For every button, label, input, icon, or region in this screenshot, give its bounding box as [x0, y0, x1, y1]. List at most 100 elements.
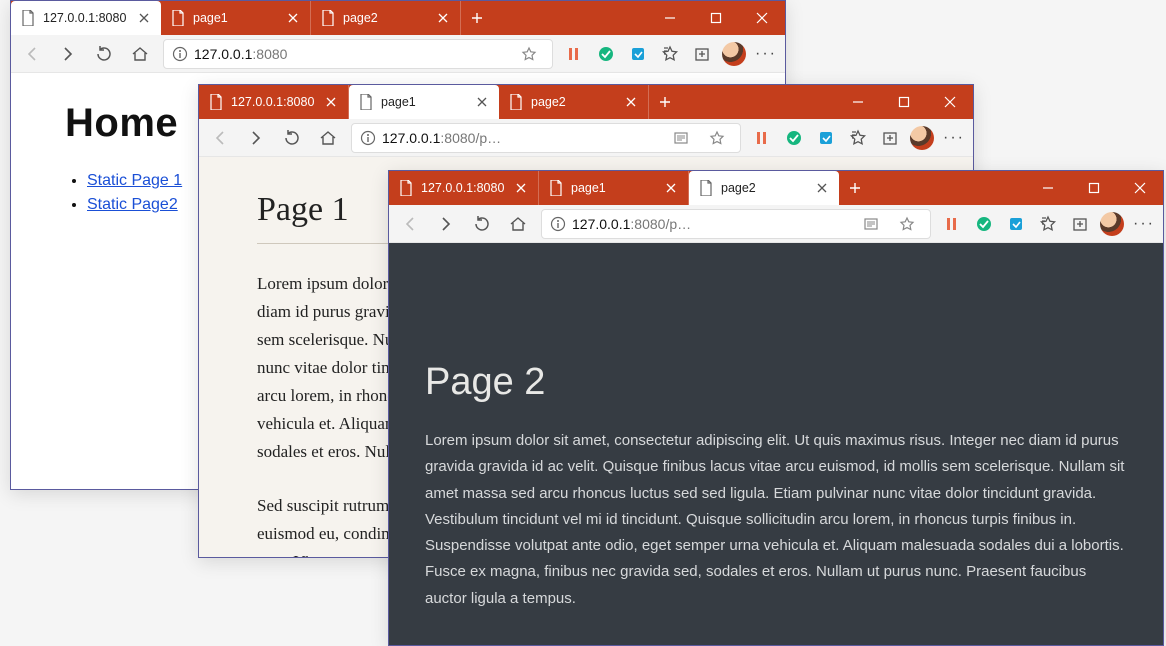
tab-home[interactable]: 127.0.0.1:8080: [199, 85, 349, 119]
favorites-icon[interactable]: [1033, 209, 1063, 239]
url-text: 127.0.0.1:8080/p…: [572, 216, 850, 232]
home-button[interactable]: [311, 123, 345, 153]
home-button[interactable]: [123, 39, 157, 69]
document-icon: [21, 10, 35, 26]
extension-3-icon[interactable]: [1001, 209, 1031, 239]
forward-button[interactable]: [239, 123, 273, 153]
profile-avatar[interactable]: [719, 39, 749, 69]
new-tab-button[interactable]: [461, 1, 493, 35]
collections-icon[interactable]: [687, 39, 717, 69]
tab-page1[interactable]: page1: [349, 85, 499, 119]
collections-icon[interactable]: [1065, 209, 1095, 239]
tab-label: 127.0.0.1:8080: [43, 11, 129, 25]
minimize-button[interactable]: [1025, 171, 1071, 205]
maximize-button[interactable]: [881, 85, 927, 119]
url-text: 127.0.0.1:8080/p…: [382, 130, 660, 146]
info-icon[interactable]: [550, 216, 566, 232]
bookmark-star-icon[interactable]: [702, 123, 732, 153]
toolbar: 127.0.0.1:8080/p… ···: [389, 205, 1163, 243]
document-icon: [321, 10, 335, 26]
reload-button[interactable]: [87, 39, 121, 69]
extension-3-icon[interactable]: [623, 39, 653, 69]
maximize-button[interactable]: [693, 1, 739, 35]
tab-strip: 127.0.0.1:8080 page1 page2: [389, 171, 1163, 205]
extension-2-icon[interactable]: [779, 123, 809, 153]
reader-icon[interactable]: [856, 209, 886, 239]
menu-button[interactable]: ···: [751, 39, 781, 69]
new-tab-button[interactable]: [839, 171, 871, 205]
tab-label: page2: [343, 11, 428, 25]
tab-label: page1: [381, 95, 467, 109]
tab-home[interactable]: 127.0.0.1:8080: [11, 1, 161, 35]
bookmark-star-icon[interactable]: [892, 209, 922, 239]
close-icon[interactable]: [324, 95, 338, 109]
reader-icon[interactable]: [666, 123, 696, 153]
close-window-button[interactable]: [927, 85, 973, 119]
collections-icon[interactable]: [875, 123, 905, 153]
close-icon[interactable]: [137, 11, 151, 25]
document-icon: [509, 94, 523, 110]
close-icon[interactable]: [664, 181, 678, 195]
tab-page1[interactable]: page1: [539, 171, 689, 205]
extension-1-icon[interactable]: [937, 209, 967, 239]
info-icon[interactable]: [172, 46, 188, 62]
maximize-button[interactable]: [1071, 171, 1117, 205]
document-icon: [359, 94, 373, 110]
tab-label: page2: [531, 95, 616, 109]
close-window-button[interactable]: [1117, 171, 1163, 205]
new-tab-button[interactable]: [649, 85, 681, 119]
minimize-button[interactable]: [647, 1, 693, 35]
profile-avatar[interactable]: [1097, 209, 1127, 239]
page2-content: Page 2 Lorem ipsum dolor sit amet, conse…: [389, 243, 1163, 645]
document-icon: [549, 180, 563, 196]
forward-button[interactable]: [429, 209, 463, 239]
tab-page2[interactable]: page2: [499, 85, 649, 119]
reload-button[interactable]: [275, 123, 309, 153]
bookmark-star-icon[interactable]: [514, 39, 544, 69]
viewport: Page 2 Lorem ipsum dolor sit amet, conse…: [389, 243, 1163, 645]
close-icon[interactable]: [475, 95, 489, 109]
extension-2-icon[interactable]: [969, 209, 999, 239]
reload-button[interactable]: [465, 209, 499, 239]
browser-window-2: 127.0.0.1:8080 page1 page2 127.0.0.1:808…: [388, 170, 1164, 646]
link-static-page-2[interactable]: Static Page2: [87, 196, 178, 213]
extension-3-icon[interactable]: [811, 123, 841, 153]
minimize-button[interactable]: [835, 85, 881, 119]
home-button[interactable]: [501, 209, 535, 239]
menu-button[interactable]: ···: [939, 123, 969, 153]
close-icon[interactable]: [286, 11, 300, 25]
close-icon[interactable]: [815, 181, 829, 195]
close-window-button[interactable]: [739, 1, 785, 35]
close-icon[interactable]: [514, 181, 528, 195]
tab-strip: 127.0.0.1:8080 page1 page2: [199, 85, 973, 119]
favorites-icon[interactable]: [655, 39, 685, 69]
tab-page1[interactable]: page1: [161, 1, 311, 35]
close-icon[interactable]: [436, 11, 450, 25]
info-icon[interactable]: [360, 130, 376, 146]
profile-avatar[interactable]: [907, 123, 937, 153]
forward-button[interactable]: [51, 39, 85, 69]
tab-page2[interactable]: page2: [689, 171, 839, 205]
tab-page2[interactable]: page2: [311, 1, 461, 35]
tab-label: 127.0.0.1:8080: [421, 181, 506, 195]
extension-1-icon[interactable]: [559, 39, 589, 69]
window-controls: [835, 85, 973, 119]
extension-2-icon[interactable]: [591, 39, 621, 69]
tab-strip: 127.0.0.1:8080 page1 page2: [11, 1, 785, 35]
link-static-page-1[interactable]: Static Page 1: [87, 172, 182, 189]
window-controls: [1025, 171, 1163, 205]
document-icon: [171, 10, 185, 26]
extension-1-icon[interactable]: [747, 123, 777, 153]
favorites-icon[interactable]: [843, 123, 873, 153]
address-bar[interactable]: 127.0.0.1:8080/p…: [351, 123, 741, 153]
tab-label: page1: [571, 181, 656, 195]
address-bar[interactable]: 127.0.0.1:8080/p…: [541, 209, 931, 239]
tab-label: page2: [721, 181, 807, 195]
tab-home[interactable]: 127.0.0.1:8080: [389, 171, 539, 205]
back-button[interactable]: [393, 209, 427, 239]
back-button[interactable]: [203, 123, 237, 153]
address-bar[interactable]: 127.0.0.1:8080: [163, 39, 553, 69]
back-button[interactable]: [15, 39, 49, 69]
close-icon[interactable]: [624, 95, 638, 109]
menu-button[interactable]: ···: [1129, 209, 1159, 239]
